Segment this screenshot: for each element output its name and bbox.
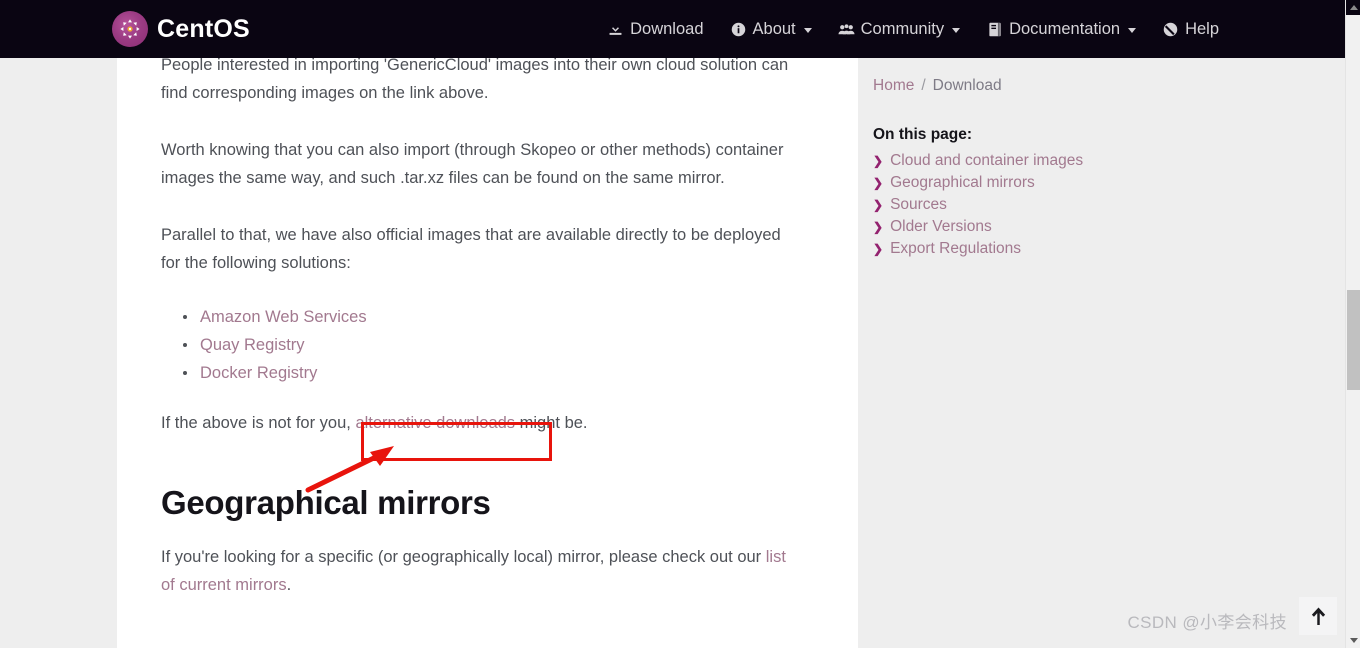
on-this-page-item-geographical-mirrors[interactable]: ❯ Geographical mirrors	[873, 172, 1345, 194]
scrollbar-thumb[interactable]	[1347, 290, 1360, 390]
paragraph-generic-cloud: People interested in importing 'GenericC…	[161, 58, 789, 102]
link-quay-registry[interactable]: Quay Registry	[200, 336, 305, 354]
on-this-page-item-older-versions[interactable]: ❯ Older Versions	[873, 216, 1345, 238]
on-this-page-label: Export Regulations	[890, 240, 1022, 257]
users-group-icon	[838, 21, 855, 38]
on-this-page-label: Cloud and container images	[890, 152, 1084, 169]
breadcrumb-home[interactable]: Home	[873, 77, 914, 95]
paragraph-skopeo-import: Worth knowing that you can also import (…	[161, 141, 784, 187]
page-scrollbar[interactable]	[1345, 0, 1360, 648]
nav-item-download[interactable]: Download	[607, 19, 704, 39]
on-this-page-title: On this page:	[873, 126, 973, 143]
nav-item-community[interactable]: Community	[838, 19, 961, 39]
on-this-page-item-sources[interactable]: ❯ Sources	[873, 194, 1345, 216]
on-this-page-item-export-regulations[interactable]: ❯ Export Regulations	[873, 238, 1345, 260]
chevron-down-icon	[952, 27, 961, 33]
link-amazon-web-services[interactable]: Amazon Web Services	[200, 308, 367, 326]
on-this-page-label: Sources	[890, 196, 947, 213]
browser-page: CentOS Download About Community Document…	[0, 0, 1360, 648]
solutions-link-list: Amazon Web Services Quay Registry Docker…	[183, 303, 814, 387]
chevron-right-icon: ❯	[873, 220, 884, 234]
paragraph-mirror-lookup: If you're looking for a specific (or geo…	[161, 543, 801, 599]
arrow-up-icon	[1311, 606, 1325, 625]
chevron-down-icon	[1128, 27, 1137, 33]
chevron-right-icon: ❯	[873, 154, 884, 168]
on-this-page-item-cloud-and-container-images[interactable]: ❯ Cloud and container images	[873, 150, 1345, 172]
help-circle-icon	[1162, 21, 1179, 38]
brand-name: CentOS	[157, 14, 250, 43]
main-content-column: People interested in importing 'GenericC…	[117, 58, 858, 648]
breadcrumb: Home / Download	[873, 77, 1345, 95]
list-item: Docker Registry	[183, 359, 814, 387]
info-circle-icon	[730, 21, 747, 38]
breadcrumb-current: Download	[932, 77, 1002, 94]
navbar-links: Download About Community Documentation H…	[607, 20, 1219, 39]
scrollbar-down-arrow[interactable]	[1346, 633, 1360, 648]
chevron-right-icon: ❯	[873, 242, 884, 256]
content-area: People interested in importing 'GenericC…	[0, 58, 1345, 648]
right-sidebar: Home / Download On this page: ❯ Cloud an…	[858, 58, 1345, 648]
paragraph-official-images: Parallel to that, we have also official …	[161, 226, 781, 272]
link-alternative-downloads[interactable]: alternative downloads	[355, 414, 515, 432]
nav-item-documentation[interactable]: Documentation	[986, 19, 1137, 39]
book-icon	[986, 21, 1003, 38]
csdn-watermark: CSDN @小李会科技	[1127, 613, 1287, 632]
list-item: Quay Registry	[183, 331, 814, 359]
scrollbar-up-arrow[interactable]	[1346, 0, 1360, 15]
mirror-text-after: .	[286, 576, 292, 594]
mirror-text-before: If you're looking for a specific (or geo…	[161, 548, 766, 566]
centos-flower-logo-icon	[112, 11, 148, 47]
nav-item-about-label: About	[752, 19, 796, 38]
on-this-page-label: Older Versions	[890, 218, 992, 235]
on-this-page-nav: On this page: ❯ Cloud and container imag…	[873, 126, 1345, 260]
list-item: Amazon Web Services	[183, 303, 814, 331]
alt-text-after: might be.	[515, 414, 588, 432]
site-navbar: CentOS Download About Community Document…	[0, 0, 1345, 58]
chevron-right-icon: ❯	[873, 198, 884, 212]
nav-item-download-label: Download	[630, 19, 704, 38]
download-icon	[607, 21, 624, 38]
chevron-right-icon: ❯	[873, 176, 884, 190]
nav-item-documentation-label: Documentation	[1009, 19, 1121, 38]
nav-item-help-label: Help	[1185, 19, 1219, 38]
brand-home-link[interactable]: CentOS	[112, 11, 250, 47]
nav-item-community-label: Community	[860, 19, 945, 38]
chevron-down-icon	[803, 27, 812, 33]
paragraph-alternative-downloads: If the above is not for you, alternative…	[161, 409, 801, 437]
on-this-page-label: Geographical mirrors	[890, 174, 1035, 191]
breadcrumb-separator: /	[921, 77, 926, 94]
heading-geographical-mirrors: Geographical mirrors	[161, 484, 491, 521]
alt-text-before: If the above is not for you,	[161, 414, 356, 432]
nav-item-help[interactable]: Help	[1162, 20, 1219, 39]
link-docker-registry[interactable]: Docker Registry	[200, 364, 317, 382]
scroll-to-top-button[interactable]	[1299, 597, 1337, 635]
nav-item-about[interactable]: About	[730, 20, 812, 39]
